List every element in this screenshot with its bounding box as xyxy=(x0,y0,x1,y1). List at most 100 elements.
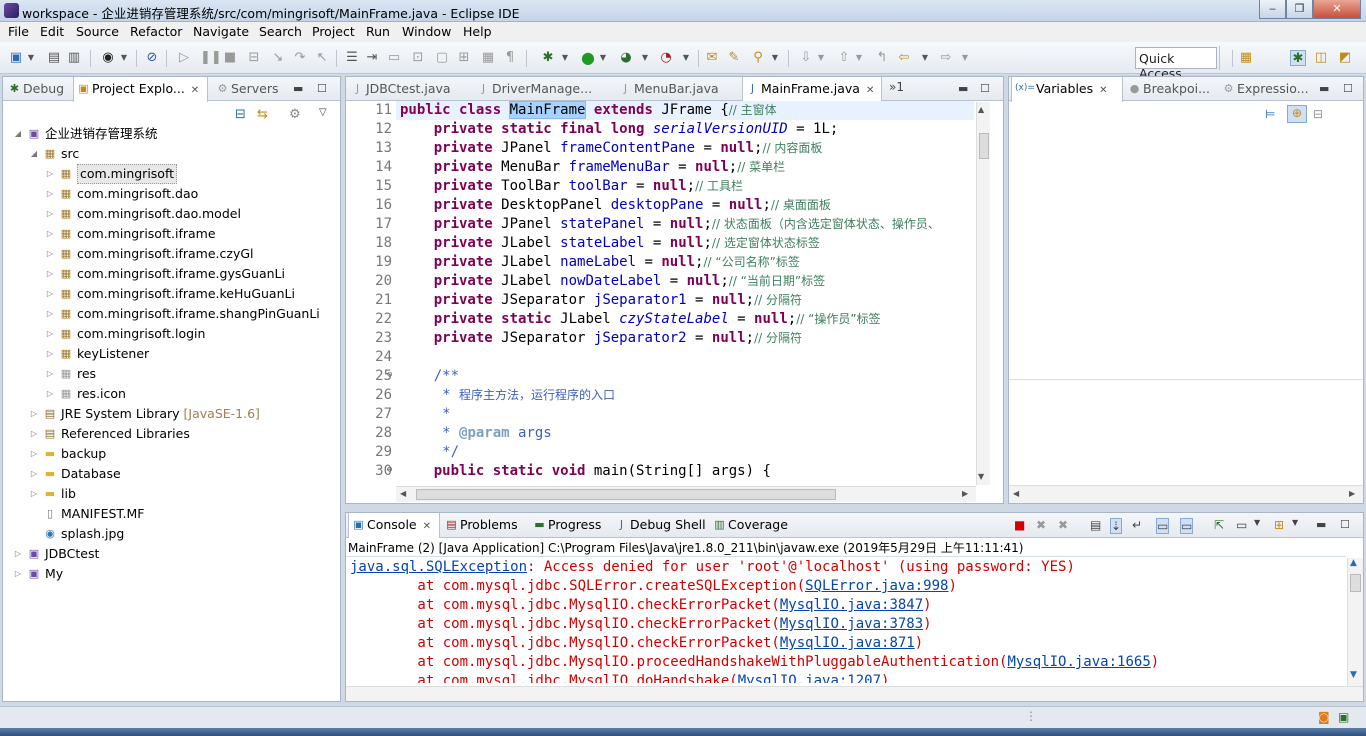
word-wrap-icon[interactable]: ↵ xyxy=(1132,518,1142,532)
menu-window[interactable]: Window xyxy=(402,24,451,39)
remove-launch-icon[interactable]: ✖ xyxy=(1036,518,1046,532)
console-vertical-scrollbar[interactable]: ▲ ▼ xyxy=(1347,558,1363,686)
terminate-icon[interactable]: ■ xyxy=(1014,518,1025,532)
terminate-icon[interactable]: ■ xyxy=(222,50,238,66)
menu-refactor[interactable]: Refactor xyxy=(130,24,182,39)
code-line[interactable]: private JLabel nowDateLabel = null;// “当… xyxy=(400,272,825,291)
minimize-view-icon[interactable]: ▬ xyxy=(1319,82,1329,95)
editor-horizontal-scrollbar[interactable]: ◀ ▶ xyxy=(396,486,976,502)
view-menu-icon[interactable]: ▽ xyxy=(319,107,327,118)
open-perspective-icon[interactable]: ▦ xyxy=(1238,50,1254,66)
collapsed-arrow-icon[interactable]: ▷ xyxy=(45,184,55,204)
tab-mainframe-java[interactable]: J MainFrame.java ✕ xyxy=(742,77,882,102)
code-line[interactable]: private MenuBar frameMenuBar = null;// 菜… xyxy=(400,158,785,177)
console-vscroll-thumb[interactable] xyxy=(1350,574,1361,592)
close-tab-icon[interactable]: ✕ xyxy=(191,85,199,96)
debug-perspective-icon[interactable]: ✱ xyxy=(1290,50,1306,66)
code-line[interactable]: /** xyxy=(400,367,459,386)
code-line[interactable]: * @param args xyxy=(400,424,552,443)
minimize-editor-icon[interactable]: ▬ xyxy=(958,82,968,95)
stack-trace-link[interactable]: MysqlIO.java:3783 xyxy=(780,616,923,632)
console-horizontal-scrollbar[interactable] xyxy=(346,686,1363,701)
tab-debug[interactable]: ✱ Debug xyxy=(5,77,71,101)
open-console-icon[interactable]: ▭ xyxy=(386,50,402,66)
editor-overflow-chevron[interactable]: »1 xyxy=(889,80,904,94)
tree-item[interactable]: ◢ ▣ 企业进销存管理系统 xyxy=(3,124,339,144)
display-selected-console-icon[interactable]: ▭ xyxy=(1236,518,1247,532)
step-over-icon[interactable]: ↷ xyxy=(292,50,308,66)
code-line[interactable]: private DesktopPanel desktopPane = null;… xyxy=(400,196,831,215)
tree-item[interactable]: ◢ ▦ src xyxy=(3,144,339,164)
console-output[interactable]: java.sql.SQLException: Access denied for… xyxy=(346,558,1346,683)
collapse-all-icon[interactable]: ⊟ xyxy=(1313,107,1323,121)
new-dropdown-icon[interactable]: ▼ xyxy=(26,50,36,66)
stack-trace-link[interactable]: MysqlIO.java:3847 xyxy=(780,597,923,613)
code-line[interactable]: private JPanel frameContentPane = null;/… xyxy=(400,139,823,158)
external-tools-icon[interactable]: ◔ xyxy=(658,50,674,66)
coverage-dropdown-icon[interactable]: ▼ xyxy=(640,50,650,66)
menu-project[interactable]: Project xyxy=(312,24,355,39)
collapsed-arrow-icon[interactable]: ▷ xyxy=(45,244,55,264)
collapsed-arrow-icon[interactable]: ▷ xyxy=(45,324,55,344)
search-icon[interactable]: ⚲ xyxy=(750,50,766,66)
execute-icon[interactable]: ▦ xyxy=(480,50,496,66)
scroll-down-icon[interactable]: ▼ xyxy=(978,472,984,481)
editor-vertical-scrollbar[interactable]: ▲ ▼ xyxy=(976,102,990,485)
skip-breakpoints-icon[interactable]: ⊘ xyxy=(144,50,160,66)
tree-item[interactable]: ▷ ▤ Referenced Libraries xyxy=(3,424,339,444)
show-logical-structure-icon[interactable]: ⊕ xyxy=(1287,105,1307,123)
stack-trace-link[interactable]: MysqlIO.java:1665 xyxy=(1007,654,1150,670)
collapsed-arrow-icon[interactable]: ▷ xyxy=(45,224,55,244)
tree-item[interactable]: ▷ ▣ My xyxy=(3,564,339,584)
scroll-right-icon[interactable]: ▶ xyxy=(962,489,968,498)
tree-item[interactable]: ▷ ▤ JRE System Library [JavaSE-1.6] xyxy=(3,404,339,424)
scroll-down-icon[interactable]: ▼ xyxy=(1350,670,1357,680)
menu-help[interactable]: Help xyxy=(463,24,492,39)
resume-icon[interactable]: ▷ xyxy=(176,50,192,66)
open-console-icon[interactable]: ⊞ xyxy=(1274,518,1284,532)
coverage-icon[interactable]: ◕ xyxy=(618,50,634,66)
tree-item[interactable]: ▷ ▦ com.mingrisoft.login xyxy=(3,324,339,344)
maximize-view-icon[interactable]: ☐ xyxy=(1340,518,1350,531)
tab-problems[interactable]: ▤ Problems xyxy=(442,513,526,537)
forward-dropdown-icon[interactable]: ▼ xyxy=(960,50,970,66)
code-line[interactable]: public class MainFrame extends JFrame {/… xyxy=(400,101,777,120)
tree-item[interactable]: ▷ ▦ com.mingrisoft.iframe.keHuGuanLi xyxy=(3,284,339,304)
code-line[interactable]: private JLabel nameLabel = null;// “公司名称… xyxy=(400,253,800,272)
menu-source[interactable]: Source xyxy=(76,24,119,39)
menu-file[interactable]: File xyxy=(8,24,29,39)
open-type-icon[interactable]: ✉ xyxy=(704,50,720,66)
tab-menubar-java[interactable]: J MenuBar.java xyxy=(616,77,740,101)
maximize-editor-icon[interactable]: ☐ xyxy=(980,82,990,95)
debug-run-dropdown-icon[interactable]: ▼ xyxy=(560,50,570,66)
next-annotation-icon[interactable]: ⇩ xyxy=(798,50,814,66)
code-line[interactable]: */ xyxy=(400,443,459,462)
tree-item[interactable]: ▷ ▬ backup xyxy=(3,444,339,464)
save-all-icon[interactable]: ▥ xyxy=(66,50,82,66)
code-line[interactable]: private JLabel stateLabel = null;// 选定窗体… xyxy=(400,234,820,253)
code-line[interactable]: * 程序主方法，运行程序的入口 xyxy=(400,386,615,405)
use-step-filters-icon[interactable]: ⇥ xyxy=(364,50,380,66)
collapsed-arrow-icon[interactable]: ▷ xyxy=(13,564,23,584)
new-icon[interactable]: ▣ xyxy=(8,50,24,66)
menu-run[interactable]: Run xyxy=(366,24,390,39)
java-perspective-icon[interactable]: ◩ xyxy=(1337,50,1353,66)
tab-drivermanager[interactable]: J DriverManage... xyxy=(474,77,614,101)
tab-project-explorer[interactable]: ▣ Project Explo... ✕ xyxy=(73,77,208,102)
show-on-stderr-icon[interactable]: ▭ xyxy=(1180,518,1194,534)
close-tab-icon[interactable]: ✕ xyxy=(866,85,874,96)
pin-console-icon[interactable]: ⇱ xyxy=(1214,518,1224,532)
tree-item[interactable]: ▷ ▦ com.mingrisoft.iframe xyxy=(3,224,339,244)
back-icon[interactable]: ⇦ xyxy=(896,50,912,66)
code-line[interactable]: * xyxy=(400,405,450,424)
scroll-up-icon[interactable]: ▲ xyxy=(1350,558,1357,568)
rss-feed-icon[interactable]: ◙ xyxy=(1318,710,1330,724)
collapsed-arrow-icon[interactable]: ▷ xyxy=(29,484,39,504)
debug-icon[interactable]: ✱ xyxy=(540,50,556,66)
expanded-arrow-icon[interactable]: ◢ xyxy=(29,144,39,164)
previous-annotation-icon[interactable]: ⇧ xyxy=(836,50,852,66)
tree-item[interactable]: ▷ ▣ JDBCtest xyxy=(3,544,339,564)
collapsed-arrow-icon[interactable]: ▷ xyxy=(45,384,55,404)
tree-item[interactable]: ▯ MANIFEST.MF xyxy=(3,504,339,524)
tab-expressions[interactable]: ⚙ Expressio... xyxy=(1219,77,1315,101)
